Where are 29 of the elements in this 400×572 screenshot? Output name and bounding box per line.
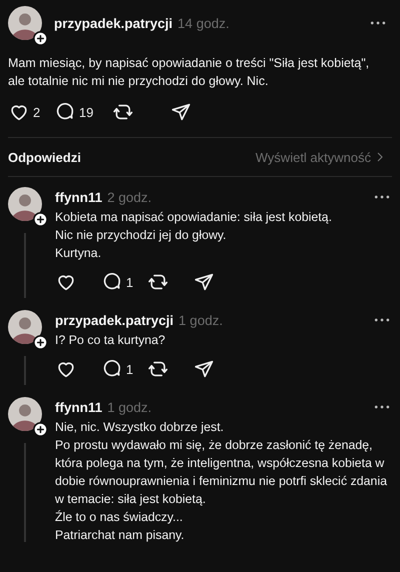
username[interactable]: przypadek.patrycji <box>54 16 173 30</box>
reply-text: I? Po co ta kurtyna? <box>55 332 166 349</box>
section-title: Odpowiedzi <box>8 150 82 164</box>
count: 19 <box>79 104 94 120</box>
reply-text: Kobieta ma napisać opowiadanie: siła jest kobietą. Nic nie przychodzi jej do głowy. Kurtyna. <box>55 209 333 262</box>
count: 1 <box>126 274 134 290</box>
count: 1 <box>126 362 134 376</box>
view-activity-link[interactable]: Wyświetl aktywność <box>256 150 371 164</box>
username[interactable]: ffynn11 <box>55 400 102 414</box>
reply-text: Nie, nic. Wszystko dobrze jest. Po prostu wydawało mi się, że dobrze zasłonić tę żenadę, która polega na tym, że inteligentna, współczesna kobieta w dobie równouprawnienia i feminizmu nie potrfi sklecić zdania w temacie: siła jest kobietą. Źle to o nas świadczy... Patriarchat nam pisany. <box>55 419 388 544</box>
username[interactable]: przypadek.patrycji <box>55 312 174 328</box>
follow-plus-icon[interactable] <box>33 422 48 437</box>
follow-plus-icon[interactable] <box>33 335 48 350</box>
timestamp: 1 godz. <box>178 312 223 328</box>
send-icon[interactable] <box>193 271 215 293</box>
timestamp: 14 godz. <box>178 16 230 30</box>
avatar <box>8 6 42 40</box>
follow-plus-icon[interactable] <box>33 212 48 227</box>
count: 2 <box>33 104 40 120</box>
avatar <box>8 187 42 221</box>
avatar <box>8 397 42 431</box>
send-icon[interactable] <box>170 101 192 123</box>
timestamp: 2 godz. <box>107 190 152 204</box>
username[interactable]: ffynn11 <box>55 190 102 204</box>
post-text: Mam miesiąc, by napisać opowiadanie o treści "Siła jest kobietą", ale totalnie nic mi nie przychodzi do głowy. Nic. <box>8 55 370 90</box>
timestamp: 1 godz. <box>107 400 152 414</box>
avatar <box>8 310 42 344</box>
follow-plus-icon[interactable] <box>33 31 48 46</box>
send-icon[interactable] <box>193 358 215 380</box>
